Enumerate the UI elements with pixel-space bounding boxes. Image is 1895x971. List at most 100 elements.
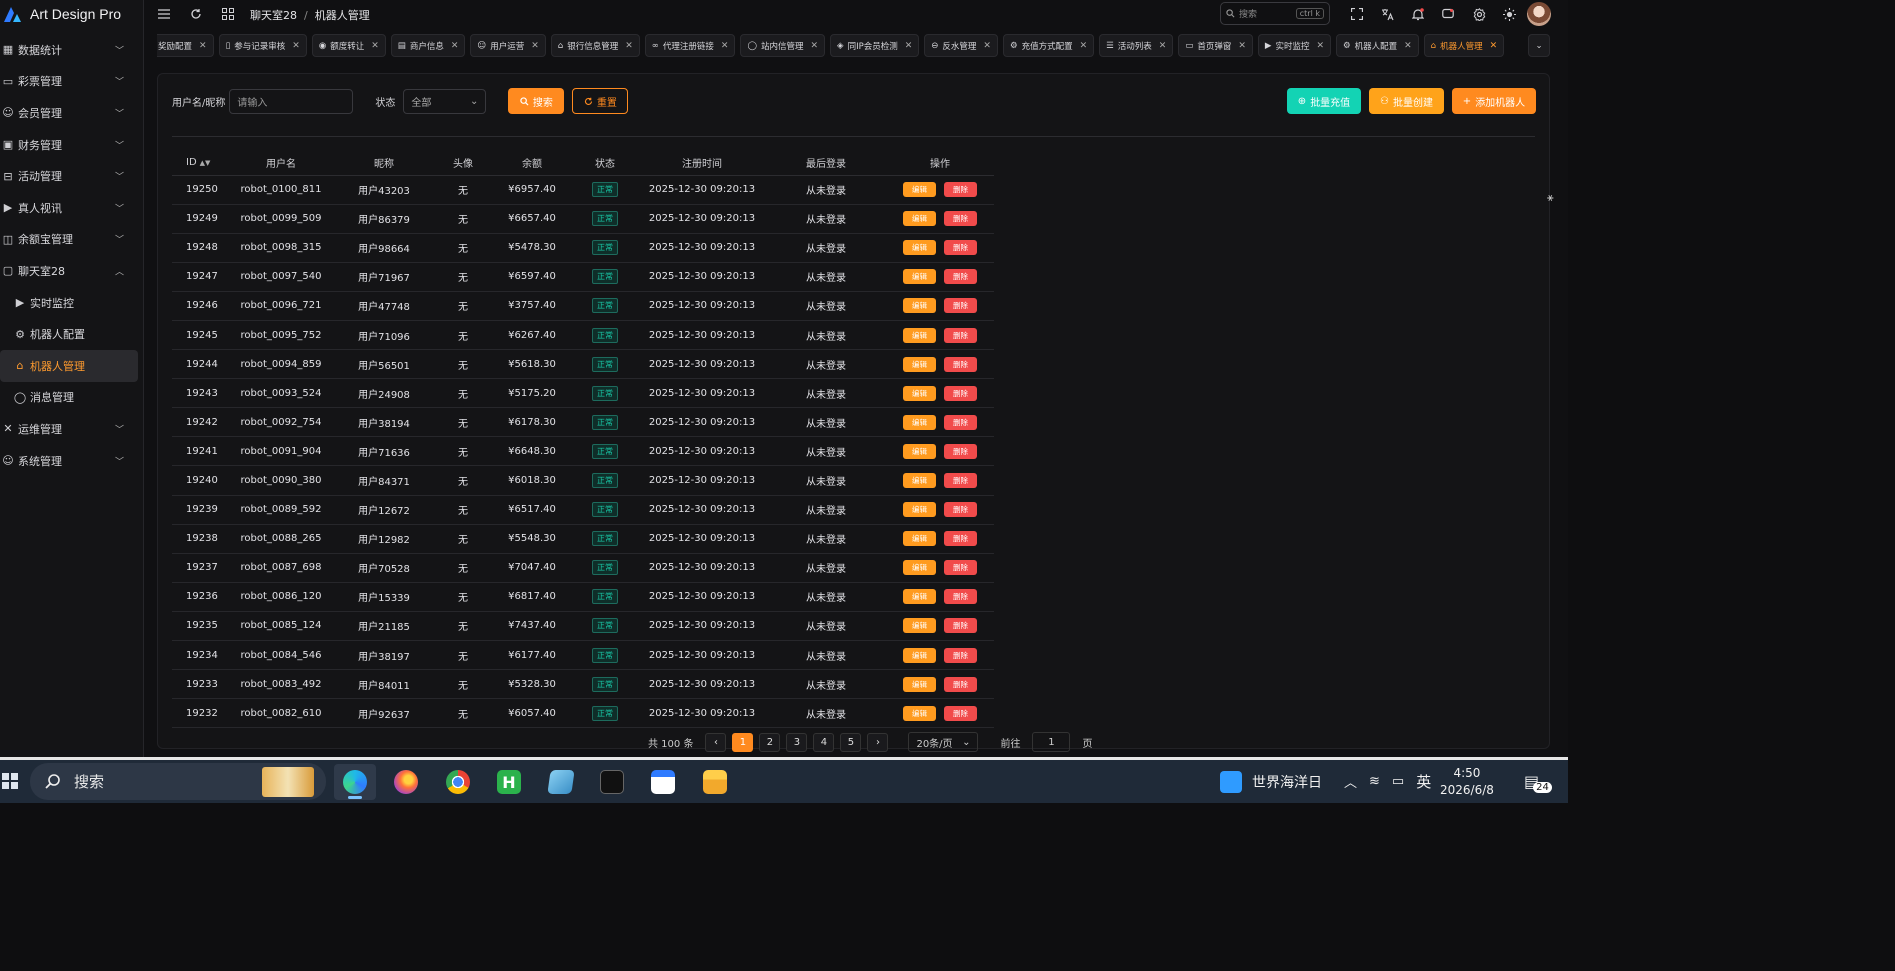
sidebar-item[interactable]: ▶ 真人视讯 ﹀ bbox=[0, 192, 144, 224]
taskbar-search-box[interactable]: 搜索 bbox=[30, 763, 326, 800]
fullscreen-icon[interactable] bbox=[1350, 7, 1364, 21]
page-number-button[interactable]: 4 bbox=[813, 732, 835, 752]
sidebar-item[interactable]: ▶ 实时监控 bbox=[0, 287, 144, 319]
prev-page-button[interactable]: ‹ bbox=[705, 732, 727, 752]
delete-button[interactable]: 删除 bbox=[944, 385, 977, 401]
sort-icon[interactable]: ▲▼ bbox=[200, 159, 211, 167]
sidebar-item[interactable]: ◫ 余额宝管理 ﹀ bbox=[0, 224, 144, 256]
page-tab[interactable]: 奖励配置 ✕ bbox=[157, 34, 214, 57]
menu-toggle-icon[interactable] bbox=[157, 7, 171, 21]
grid-apps-icon[interactable] bbox=[221, 7, 235, 21]
edit-button[interactable]: 编辑 bbox=[903, 385, 936, 401]
edit-button[interactable]: 编辑 bbox=[903, 502, 936, 518]
taskbar-app-firefox[interactable] bbox=[385, 764, 427, 800]
close-icon[interactable]: ✕ bbox=[810, 41, 818, 51]
close-icon[interactable]: ✕ bbox=[1316, 41, 1324, 51]
close-icon[interactable]: ✕ bbox=[721, 41, 729, 51]
page-tab[interactable]: ▶ 实时监控 ✕ bbox=[1257, 34, 1332, 57]
add-robot-button[interactable]: + 添加机器人 bbox=[1452, 88, 1536, 114]
page-tab[interactable]: ▤ 商户信息 ✕ bbox=[390, 34, 466, 57]
username-search-input[interactable]: 请输入 bbox=[229, 88, 354, 114]
page-tab[interactable]: ⌂ 机器人管理 ✕ bbox=[1423, 34, 1505, 57]
edit-button[interactable]: 编辑 bbox=[903, 589, 936, 605]
notification-center[interactable]: ▤ 24 bbox=[1524, 760, 1558, 803]
breadcrumb-item[interactable]: 聊天室28 bbox=[250, 9, 297, 22]
windows-start-icon[interactable] bbox=[2, 773, 18, 789]
notification-bell-icon[interactable] bbox=[1411, 7, 1425, 21]
column-header-id[interactable]: ID ▲▼ bbox=[172, 150, 228, 176]
battery-icon[interactable]: ▭ bbox=[1392, 774, 1404, 789]
app-logo[interactable]: Art Design Pro bbox=[0, 0, 121, 28]
close-icon[interactable]: ✕ bbox=[1404, 41, 1412, 51]
taskbar-app-edge[interactable] bbox=[334, 764, 376, 800]
page-number-button[interactable]: 2 bbox=[759, 732, 781, 752]
close-icon[interactable]: ✕ bbox=[531, 41, 539, 51]
close-icon[interactable]: ✕ bbox=[1238, 41, 1246, 51]
page-tab[interactable]: ▭ 首页弹窗 ✕ bbox=[1178, 34, 1253, 57]
page-tab[interactable]: ∞ 代理注册链接 ✕ bbox=[644, 34, 736, 57]
delete-button[interactable]: 删除 bbox=[944, 531, 977, 547]
taskbar-app-terminal[interactable] bbox=[591, 764, 633, 800]
edit-button[interactable]: 编辑 bbox=[903, 618, 936, 634]
close-icon[interactable]: ✕ bbox=[1159, 41, 1167, 51]
wifi-icon[interactable]: ≋ bbox=[1369, 774, 1380, 789]
edit-button[interactable]: 编辑 bbox=[903, 472, 936, 488]
tray-chevron-up-icon[interactable]: ︿ bbox=[1344, 772, 1357, 791]
sidebar-item[interactable]: ✕ 运维管理 ﹀ bbox=[0, 413, 144, 445]
edit-button[interactable]: 编辑 bbox=[903, 414, 936, 430]
page-tab[interactable]: ⚙ 机器人配置 ✕ bbox=[1336, 34, 1419, 57]
chat-icon[interactable] bbox=[1441, 7, 1455, 21]
delete-button[interactable]: 删除 bbox=[944, 589, 977, 605]
page-tab[interactable]: ◈ 同IP会员检测 ✕ bbox=[830, 34, 920, 57]
delete-button[interactable]: 删除 bbox=[944, 182, 977, 198]
close-icon[interactable]: ✕ bbox=[292, 41, 300, 51]
edit-button[interactable]: 编辑 bbox=[903, 182, 936, 198]
search-button[interactable]: 搜索 bbox=[508, 88, 565, 114]
page-tab[interactable]: ▯ 参与记录审核 ✕ bbox=[218, 34, 307, 57]
delete-button[interactable]: 删除 bbox=[944, 472, 977, 488]
edit-button[interactable]: 编辑 bbox=[903, 356, 936, 372]
close-icon[interactable]: ✕ bbox=[905, 41, 913, 51]
sidebar-item[interactable]: ☺ 系统管理 ﹀ bbox=[0, 445, 144, 477]
close-icon[interactable]: ✕ bbox=[1080, 41, 1088, 51]
batch-create-button[interactable]: ⚇ 批量创建 bbox=[1369, 88, 1444, 114]
delete-button[interactable]: 删除 bbox=[944, 676, 977, 692]
edit-button[interactable]: 编辑 bbox=[903, 327, 936, 343]
edit-button[interactable]: 编辑 bbox=[903, 560, 936, 576]
page-tab[interactable]: ⊖ 反水管理 ✕ bbox=[924, 34, 998, 57]
user-avatar[interactable] bbox=[1527, 2, 1551, 26]
edit-button[interactable]: 编辑 bbox=[903, 531, 936, 547]
taskbar-app-hbuilder[interactable]: H bbox=[488, 764, 530, 800]
page-number-button[interactable]: 1 bbox=[732, 732, 754, 752]
delete-button[interactable]: 删除 bbox=[944, 647, 977, 663]
edit-button[interactable]: 编辑 bbox=[903, 211, 936, 227]
translate-icon[interactable] bbox=[1380, 7, 1394, 21]
delete-button[interactable]: 删除 bbox=[944, 618, 977, 634]
page-tab[interactable]: ⚙ 充值方式配置 ✕ bbox=[1002, 34, 1095, 57]
delete-button[interactable]: 删除 bbox=[944, 560, 977, 576]
page-tab[interactable]: ◉ 额度转让 ✕ bbox=[311, 34, 386, 57]
delete-button[interactable]: 删除 bbox=[944, 356, 977, 372]
sidebar-item[interactable]: ◯ 消息管理 bbox=[0, 382, 144, 414]
close-icon[interactable]: ✕ bbox=[451, 41, 459, 51]
tabs-more-button[interactable]: ⌄ bbox=[1528, 34, 1550, 57]
edit-button[interactable]: 编辑 bbox=[903, 240, 936, 256]
edit-button[interactable]: 编辑 bbox=[903, 298, 936, 314]
page-tab[interactable]: ☺ 用户运营 ✕ bbox=[470, 34, 546, 57]
delete-button[interactable]: 删除 bbox=[944, 502, 977, 518]
goto-page-input[interactable]: 1 bbox=[1032, 732, 1071, 752]
sidebar-item[interactable]: ⌂ 机器人管理 bbox=[0, 349, 138, 382]
delete-button[interactable]: 删除 bbox=[944, 298, 977, 314]
edit-button[interactable]: 编辑 bbox=[903, 443, 936, 459]
page-tab[interactable]: ☰ 活动列表 ✕ bbox=[1099, 34, 1174, 57]
page-size-select[interactable]: 20条/页 ⌄ bbox=[908, 732, 979, 752]
wand-icon[interactable]: ⚹ bbox=[1547, 191, 1554, 205]
taskbar-app-window[interactable] bbox=[642, 764, 684, 800]
batch-recharge-button[interactable]: ⊕ 批量充值 bbox=[1287, 88, 1361, 114]
delete-button[interactable]: 删除 bbox=[944, 240, 977, 256]
next-page-button[interactable]: › bbox=[867, 732, 889, 752]
taskbar-app-notepad[interactable] bbox=[540, 764, 582, 800]
ime-indicator[interactable]: 英 bbox=[1416, 771, 1431, 792]
edit-button[interactable]: 编辑 bbox=[903, 676, 936, 692]
sidebar-item[interactable]: ▭ 彩票管理 ﹀ bbox=[0, 66, 144, 98]
